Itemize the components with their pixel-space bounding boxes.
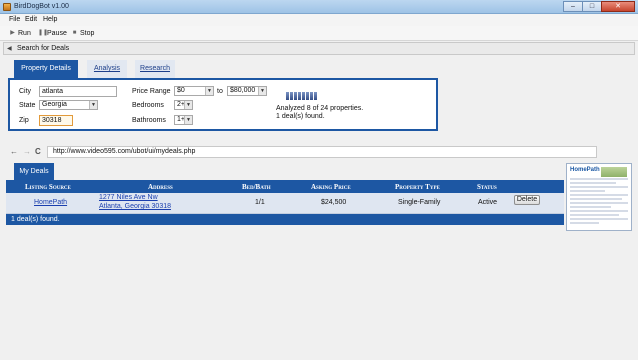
property-details-panel: City atlanta State Georgia ▼ Zip 30318 P… <box>8 78 438 131</box>
city-label: City <box>19 88 32 95</box>
url-input[interactable]: http://www.video595.com/ubot/ui/mydeals.… <box>47 146 597 158</box>
collapse-arrow-icon[interactable]: ◀ <box>7 45 12 52</box>
bathrooms-label: Bathrooms <box>132 117 166 124</box>
listing-source-link[interactable]: HomePath <box>34 199 67 206</box>
state-value: Georgia <box>42 101 67 108</box>
menu-help[interactable]: Help <box>43 16 57 23</box>
table-footer: 1 deal(s) found. <box>6 214 564 225</box>
thumbnail-image <box>601 167 627 177</box>
tab-my-deals[interactable]: My Deals <box>14 163 54 180</box>
col-bed-bath[interactable]: Bed/Bath <box>242 183 271 191</box>
tab-analysis[interactable]: Analysis <box>87 60 127 78</box>
thumbnail-logo: HomePath <box>570 167 600 173</box>
price-range-label: Price Range <box>132 88 171 95</box>
play-icon: ▶ <box>10 30 15 36</box>
zip-input[interactable]: 30318 <box>39 115 73 126</box>
chevron-down-icon: ▼ <box>258 87 266 95</box>
bathrooms-select[interactable]: 1+ ▼ <box>174 115 193 125</box>
thumbnail-content <box>570 178 628 226</box>
asking-price-value: $24,500 <box>321 199 347 206</box>
bed-bath-value: 1/1 <box>255 199 265 206</box>
table-header: Listing Source Address Bed/Bath Asking P… <box>6 180 564 193</box>
menu-bar: File Edit Help <box>0 14 638 26</box>
price-min-value: $0 <box>177 87 185 94</box>
chevron-down-icon: ▼ <box>89 101 97 109</box>
table-row: HomePath 1277 Niles Ave Nw Atlanta, Geor… <box>6 193 564 214</box>
state-select[interactable]: Georgia ▼ <box>39 100 98 110</box>
menu-file[interactable]: File <box>9 16 20 23</box>
col-status[interactable]: Status <box>477 183 497 191</box>
browser-address-bar: ← → C http://www.video595.com/ubot/ui/my… <box>8 146 628 159</box>
city-input[interactable]: atlanta <box>39 86 117 97</box>
chevron-down-icon: ▼ <box>205 87 213 95</box>
col-asking-price[interactable]: Asking Price <box>311 183 351 191</box>
col-listing-source[interactable]: Listing Source <box>25 183 71 191</box>
state-label: State <box>19 102 36 109</box>
progress-segment <box>286 92 289 100</box>
address-link-line2[interactable]: Atlanta, Georgia 30318 <box>99 203 171 210</box>
refresh-icon[interactable]: C <box>35 147 41 156</box>
bedrooms-select[interactable]: 2+ ▼ <box>174 100 193 110</box>
zip-label: Zip <box>19 117 29 124</box>
delete-button[interactable]: Delete <box>514 195 540 205</box>
deals-count: 1 deal(s) found. <box>11 216 60 223</box>
stop-label: Stop <box>80 30 95 37</box>
progress-segment <box>290 92 293 100</box>
search-panel-header[interactable]: ◀ Search for Deals <box>3 42 635 55</box>
menu-edit[interactable]: Edit <box>25 16 37 23</box>
analysis-progress-bar <box>286 92 318 100</box>
col-property-type[interactable]: Property Type <box>395 183 440 191</box>
chevron-down-icon: ▼ <box>184 101 192 109</box>
close-button[interactable]: ✕ <box>601 1 635 12</box>
title-bar: BirdDogBot v1.00 – □ ✕ <box>0 0 638 14</box>
progress-segment <box>306 92 309 100</box>
status-value: Active <box>478 199 498 206</box>
tab-property-details[interactable]: Property Details <box>14 60 78 78</box>
forward-icon[interactable]: → <box>23 147 31 156</box>
minimize-button[interactable]: – <box>563 1 583 12</box>
stop-button[interactable]: ■ Stop <box>71 29 95 38</box>
progress-segment <box>298 92 301 100</box>
price-to-label: to <box>217 88 223 95</box>
maximize-button[interactable]: □ <box>582 1 602 12</box>
price-max-value: $80,000 <box>230 87 256 94</box>
deals-found-status: 1 deal(s) found. <box>276 113 325 120</box>
tab-research[interactable]: Research <box>135 60 175 78</box>
chevron-down-icon: ▼ <box>184 116 192 124</box>
stop-icon: ■ <box>72 30 77 36</box>
pause-button[interactable]: ❚❚ Pause <box>38 29 67 38</box>
progress-segment <box>310 92 313 100</box>
panel-title: Search for Deals <box>17 45 70 52</box>
col-address[interactable]: Address <box>148 183 173 191</box>
pause-icon: ❚❚ <box>38 30 49 36</box>
pause-label: Pause <box>47 30 67 37</box>
toolbar: ▶ Run ❚❚ Pause ■ Stop <box>0 26 638 41</box>
price-max-select[interactable]: $80,000 ▼ <box>227 86 267 96</box>
address-link-line1[interactable]: 1277 Niles Ave Nw <box>99 194 158 201</box>
run-label: Run <box>18 30 31 37</box>
back-icon[interactable]: ← <box>10 147 18 156</box>
page-thumbnail[interactable]: HomePath <box>566 163 632 231</box>
bedrooms-label: Bedrooms <box>132 102 164 109</box>
progress-segment <box>302 92 305 100</box>
window-title: BirdDogBot v1.00 <box>14 3 69 10</box>
deals-table: Listing Source Address Bed/Bath Asking P… <box>6 180 564 225</box>
price-min-select[interactable]: $0 ▼ <box>174 86 214 96</box>
property-type-value: Single-Family <box>398 199 441 206</box>
progress-segment <box>314 92 317 100</box>
window-controls: – □ ✕ <box>563 1 635 12</box>
app-icon <box>3 3 11 11</box>
progress-segment <box>294 92 297 100</box>
run-button[interactable]: ▶ Run <box>9 29 31 38</box>
analysis-status: Analyzed 8 of 24 properties. <box>276 105 364 112</box>
